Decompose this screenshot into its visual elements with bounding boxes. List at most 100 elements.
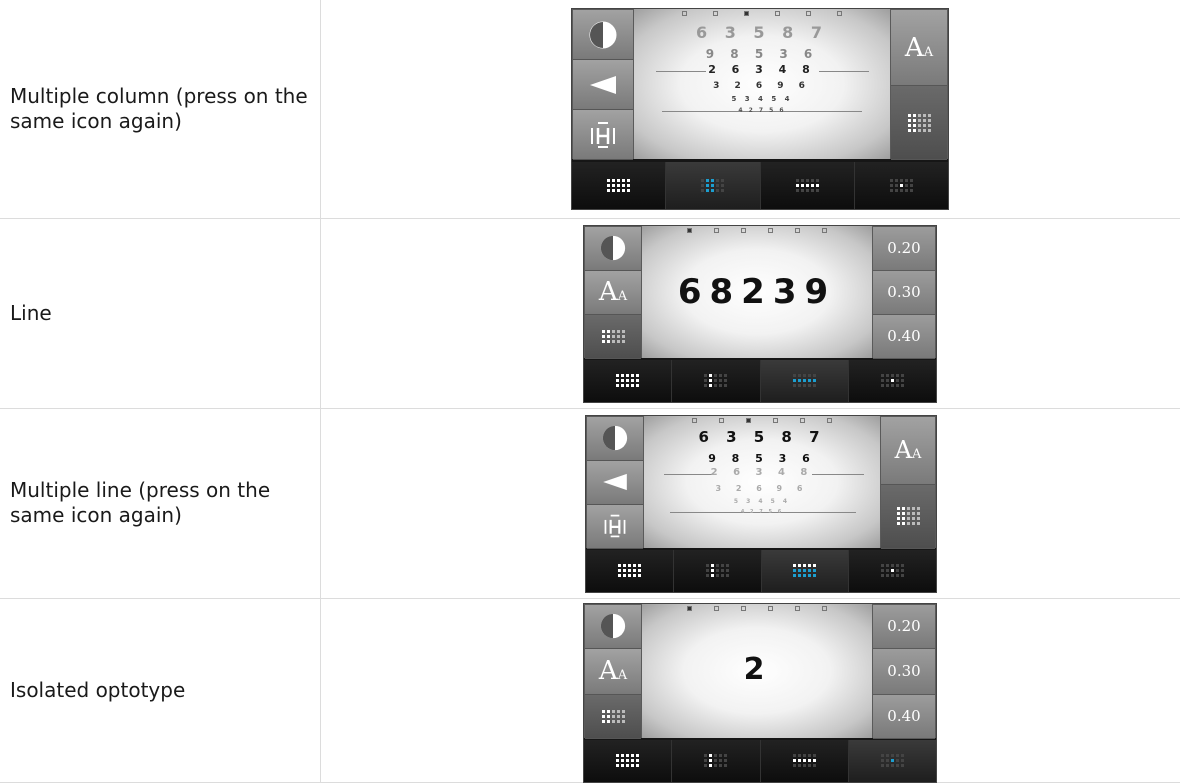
tab-table-mode[interactable] (584, 740, 672, 782)
table-mode-icon (618, 564, 641, 577)
layout-button[interactable] (585, 315, 641, 359)
optotype-line: 68239 (642, 272, 872, 312)
optotype-line: 9 8 5 3 6 (634, 47, 890, 61)
isolated-mode-icon (881, 564, 904, 577)
grid-layout-icon (602, 710, 625, 723)
font-size-icon: AA (905, 33, 933, 63)
contrast-button[interactable] (585, 227, 641, 271)
column-mode-icon (704, 374, 727, 387)
table-row: Isolated optotype AA 2 (0, 598, 1180, 782)
font-size-button[interactable]: AA (585, 271, 641, 315)
mode-tabbar (572, 162, 948, 209)
contrast-button[interactable] (585, 605, 641, 649)
tab-isolated-mode[interactable] (849, 360, 936, 402)
acuity-button[interactable]: 0.20 (873, 227, 935, 271)
row-label: Line (0, 218, 321, 408)
h-bar-button[interactable] (573, 110, 633, 160)
optotype-line: 6 3 5 8 7 (634, 23, 890, 42)
tab-column-mode[interactable] (672, 740, 760, 782)
acuity-button[interactable]: 0.30 (873, 271, 935, 315)
column-mode-icon (701, 179, 724, 192)
line-mode-icon (793, 374, 816, 387)
line-mode-icon (796, 179, 819, 192)
tab-column-mode[interactable] (672, 360, 760, 402)
font-size-button[interactable]: AA (881, 417, 935, 485)
tab-line-mode[interactable] (762, 550, 850, 592)
optotype-screen: 68239 (642, 226, 872, 358)
optotype-line: 2 6 3 4 8 (634, 63, 890, 76)
tab-table-mode[interactable] (584, 360, 672, 402)
multi-line-mode-icon (793, 564, 816, 577)
left-toolbar (586, 416, 644, 548)
tab-line-mode[interactable] (761, 740, 849, 782)
contrast-icon (599, 234, 627, 262)
device-screenshot: AA 68239 0.20 0.30 0.40 (583, 225, 937, 403)
contrast-button[interactable] (573, 10, 633, 60)
arrow-button[interactable] (587, 461, 643, 505)
screenshot-cell: 6 3 5 8 7 9 8 5 3 6 2 6 3 4 8 3 2 6 9 6 … (321, 408, 1180, 598)
tab-isolated-mode[interactable] (849, 740, 936, 782)
optotype-screen: 2 (642, 604, 872, 738)
h-bar-button[interactable] (587, 505, 643, 549)
tab-column-mode[interactable] (666, 162, 760, 209)
grid-layout-icon (908, 114, 931, 132)
layout-button[interactable] (891, 86, 947, 160)
level-indicator (642, 606, 872, 611)
optotype-line: 5 3 4 5 4 (634, 95, 890, 103)
tab-line-mode[interactable] (761, 162, 855, 209)
optotype-line: 4 2 7 5 6 (644, 509, 880, 515)
font-size-icon: AA (895, 436, 922, 464)
contrast-icon (601, 424, 629, 452)
screenshot-cell: AA 2 0.20 0.30 0.40 (321, 598, 1180, 782)
layout-button[interactable] (881, 485, 935, 549)
optotype-line: 4 2 7 5 6 (634, 107, 890, 114)
acuity-button[interactable]: 0.40 (873, 315, 935, 359)
left-toolbar: AA (584, 604, 642, 738)
optotype-line: 6 3 5 8 7 (644, 428, 880, 446)
mode-tabbar (584, 360, 936, 402)
tab-column-mode[interactable] (674, 550, 762, 592)
font-size-button[interactable]: AA (891, 10, 947, 86)
tab-line-mode[interactable] (761, 360, 849, 402)
table-mode-icon (616, 754, 639, 767)
font-size-button[interactable]: AA (585, 649, 641, 695)
device-screenshot: 6 3 5 8 7 9 8 5 3 6 2 6 3 4 8 3 2 6 9 6 … (571, 8, 949, 210)
level-indicator (642, 228, 872, 233)
level-indicator (634, 11, 890, 16)
tab-isolated-mode[interactable] (849, 550, 936, 592)
font-size-icon: AA (599, 656, 627, 686)
left-toolbar: AA (584, 226, 642, 358)
optotype-line: 3 2 6 9 6 (644, 484, 880, 493)
screenshot-cell: AA 68239 0.20 0.30 0.40 (321, 218, 1180, 408)
row-label: Multiple line (press on the same icon ag… (0, 408, 321, 598)
h-bar-icon (602, 513, 628, 539)
grid-layout-icon (602, 330, 625, 343)
right-toolbar: AA (890, 9, 948, 159)
tab-table-mode[interactable] (572, 162, 666, 209)
contrast-icon (599, 612, 627, 640)
acuity-panel: 0.20 0.30 0.40 (872, 604, 936, 738)
layout-button[interactable] (585, 695, 641, 739)
optotype-line: 2 (642, 652, 872, 687)
acuity-button[interactable]: 0.20 (873, 605, 935, 649)
arrow-left-icon (588, 74, 618, 96)
optotype-line: 3 2 6 9 6 (634, 81, 890, 91)
tab-table-mode[interactable] (586, 550, 674, 592)
contrast-button[interactable] (587, 417, 643, 461)
row-label: Isolated optotype (0, 598, 321, 782)
tab-isolated-mode[interactable] (855, 162, 948, 209)
level-indicator (644, 418, 880, 423)
acuity-button[interactable]: 0.30 (873, 649, 935, 695)
line-mode-icon (793, 754, 816, 767)
table-row: Multiple line (press on the same icon ag… (0, 408, 1180, 598)
isolated-mode-icon (881, 754, 904, 767)
grid-layout-icon (897, 507, 920, 525)
table-mode-icon (607, 179, 630, 192)
optotype-screen: 6 3 5 8 7 9 8 5 3 6 2 6 3 4 8 3 2 6 9 6 … (644, 416, 880, 548)
optotype-screen: 6 3 5 8 7 9 8 5 3 6 2 6 3 4 8 3 2 6 9 6 … (634, 9, 890, 159)
acuity-button[interactable]: 0.40 (873, 695, 935, 739)
optotype-line: 2 6 3 4 8 (644, 467, 880, 478)
table-row: Line AA 68239 (0, 218, 1180, 408)
arrow-button[interactable] (573, 60, 633, 110)
left-toolbar (572, 9, 634, 159)
